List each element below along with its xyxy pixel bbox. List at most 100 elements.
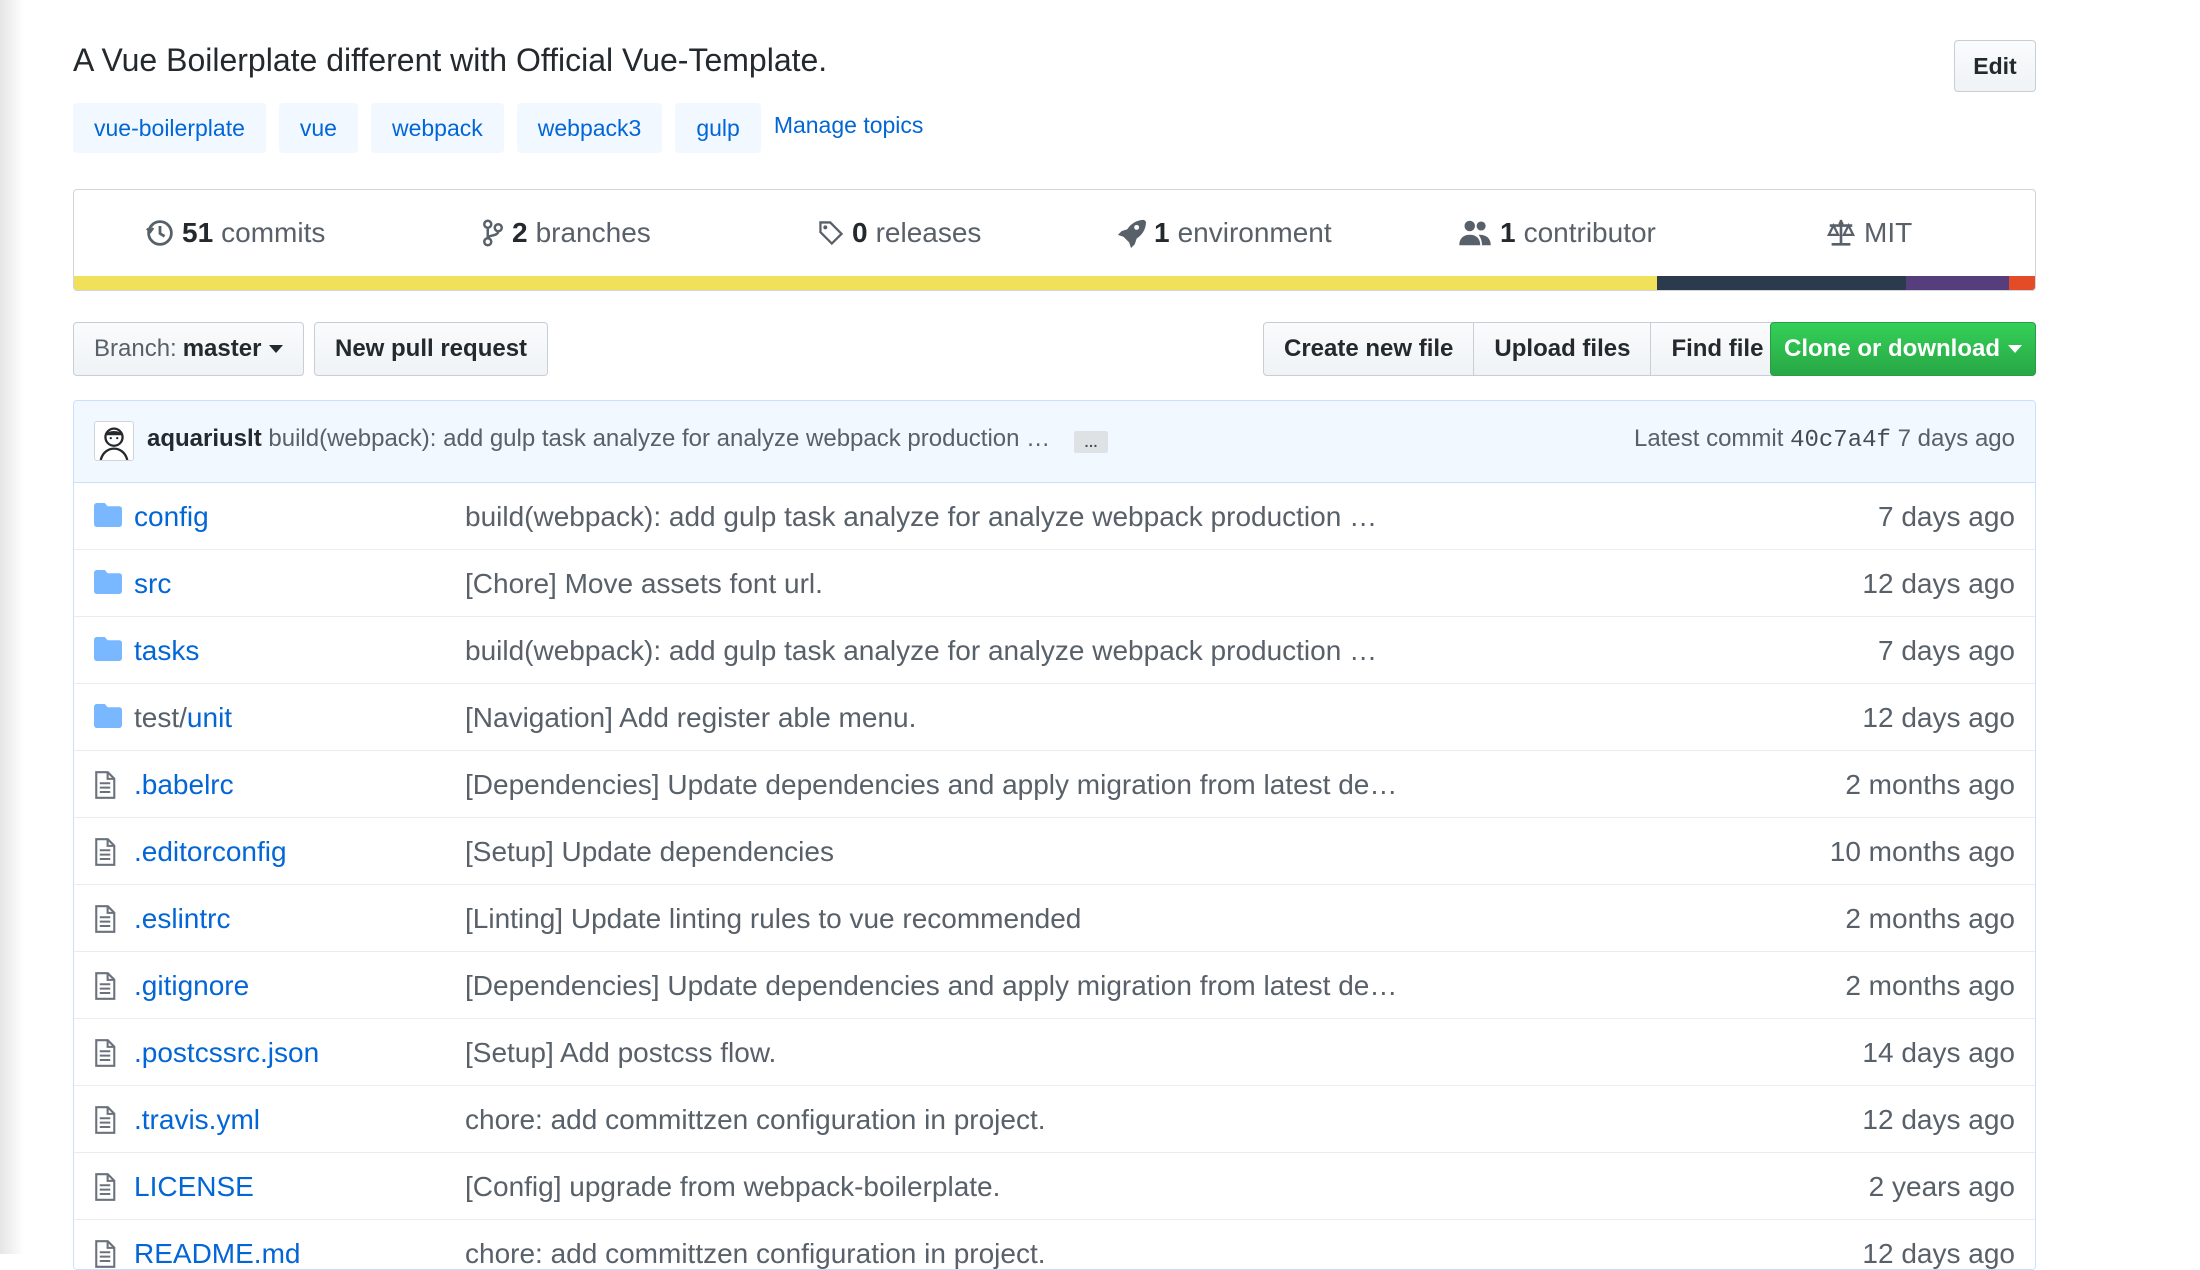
commit-message-link[interactable]: [Dependencies] Update dependencies and a… <box>465 970 1397 1002</box>
repository-summary: 51 commits 2 branches 0 releases 1 envir… <box>73 189 2036 291</box>
file-icon <box>94 1039 116 1072</box>
table-row: .eslintrc [Linting] Update linting rules … <box>74 885 2035 952</box>
branch-select-button[interactable]: Branch: master <box>73 322 305 376</box>
table-row: LICENSE [Config] upgrade from webpack-boi… <box>74 1153 2035 1220</box>
releases-link[interactable]: 0 releases <box>818 216 981 250</box>
file-name-link[interactable]: tasks <box>134 635 199 666</box>
file-name-cell: tasks <box>134 635 199 667</box>
branch-name: master <box>182 335 262 362</box>
latest-commit-info: Latest commit 40c7a4f 7 days ago <box>1634 425 2015 454</box>
releases-label: releases <box>875 217 982 248</box>
commit-age: 14 days ago <box>1862 1037 2015 1068</box>
language-segment <box>1905 276 2010 290</box>
file-name-link[interactable]: src <box>134 568 171 599</box>
commit-message-link[interactable]: build(webpack): add gulp task analyze fo… <box>268 425 1050 452</box>
law-icon <box>1826 219 1856 246</box>
commit-message-link[interactable]: [Navigation] Add register able menu. <box>465 702 916 734</box>
file-name-cell: LICENSE <box>134 1171 254 1203</box>
file-navigation: Branch: master New pull request Create n… <box>73 322 2036 378</box>
file-name-cell: .eslintrc <box>134 903 230 935</box>
table-row: config build(webpack): add gulp task anal… <box>74 483 2035 550</box>
manage-topics-link[interactable]: Manage topics <box>774 112 924 139</box>
commit-message-link[interactable]: [Config] upgrade from webpack-boilerplat… <box>465 1171 1000 1203</box>
create-new-file-button[interactable]: Create new file <box>1263 322 1475 376</box>
folder-icon <box>94 503 122 532</box>
chevron-down-icon <box>269 345 284 353</box>
commit-message-link[interactable]: chore: add committzen configuration in p… <box>465 1104 1046 1136</box>
commit-age: 2 years ago <box>1868 1171 2015 1202</box>
commit-age: 12 days ago <box>1862 568 2015 599</box>
file-name-link[interactable]: .gitignore <box>134 970 249 1001</box>
file-name-cell: test/unit <box>134 702 232 734</box>
language-bar[interactable] <box>74 276 2035 290</box>
folder-icon <box>94 637 122 666</box>
chevron-down-icon <box>2008 345 2022 353</box>
environments-label: environment <box>1177 217 1332 248</box>
file-actions-group: Create new file Upload files Find file <box>1263 322 1785 376</box>
expand-commit-message-button[interactable]: … <box>1074 431 1108 453</box>
table-row: .editorconfig [Setup] Update dependencies… <box>74 818 2035 885</box>
new-pull-request-button[interactable]: New pull request <box>314 322 549 376</box>
branch-prefix: Branch: <box>94 335 177 362</box>
file-name-link[interactable]: unit <box>187 702 232 733</box>
commit-age: 12 days ago <box>1862 1238 2015 1269</box>
commits-label: commits <box>221 217 326 248</box>
clone-or-download-button[interactable]: Clone or download <box>1770 322 2036 376</box>
file-name-link[interactable]: config <box>134 501 209 532</box>
commit-age: 12 days ago <box>1862 702 2015 733</box>
commit-message-link[interactable]: [Dependencies] Update dependencies and a… <box>465 769 1397 801</box>
folder-icon <box>94 570 122 599</box>
commit-message-link[interactable]: chore: add committzen configuration in p… <box>465 1238 1046 1269</box>
table-row: .gitignore [Dependencies] Update dependen… <box>74 952 2035 1019</box>
topics-list: vue-boilerplate vue webpack webpack3 gul… <box>73 102 923 154</box>
contributors-label: contributor <box>1523 217 1656 248</box>
left-edge-shadow <box>0 0 24 1254</box>
upload-files-button[interactable]: Upload files <box>1473 322 1652 376</box>
file-rows: config build(webpack): add gulp task anal… <box>74 483 2035 1269</box>
commit-sha-link[interactable]: 40c7a4f <box>1790 427 1891 454</box>
commit-age: 12 days ago <box>1862 1104 2015 1135</box>
edit-description-button[interactable]: Edit <box>1954 40 2036 92</box>
commit-message-link[interactable]: [Setup] Update dependencies <box>465 836 834 868</box>
file-name-link[interactable]: .postcssrc.json <box>134 1037 319 1068</box>
commit-message-link[interactable]: build(webpack): add gulp task analyze fo… <box>465 501 1377 533</box>
contributors-count: 1 <box>1500 217 1516 248</box>
latest-commit-prefix: Latest commit <box>1634 425 1784 452</box>
latest-commit-bar: aquariuslt build(webpack): add gulp task… <box>74 401 2035 483</box>
file-name-link[interactable]: .travis.yml <box>134 1104 260 1135</box>
avatar[interactable] <box>94 421 134 461</box>
latest-commit-age: 7 days ago <box>1897 425 2015 452</box>
commit-message-link[interactable]: [Chore] Move assets font url. <box>465 568 823 600</box>
table-row: .postcssrc.json [Setup] Add postcss flow.… <box>74 1019 2035 1086</box>
file-name-cell: .travis.yml <box>134 1104 260 1136</box>
latest-commit-text: aquariuslt build(webpack): add gulp task… <box>147 425 1050 453</box>
file-name-link[interactable]: .babelrc <box>134 769 234 800</box>
topic-tag[interactable]: vue <box>278 103 358 153</box>
file-name-link[interactable]: LICENSE <box>134 1171 254 1202</box>
file-name-cell: config <box>134 501 209 533</box>
file-name-link[interactable]: .eslintrc <box>134 903 230 934</box>
file-name-link[interactable]: .editorconfig <box>134 836 287 867</box>
find-file-button[interactable]: Find file <box>1650 322 1785 376</box>
folder-icon <box>94 704 122 733</box>
commits-link[interactable]: 51 commits <box>146 216 325 250</box>
commit-message-link[interactable]: build(webpack): add gulp task analyze fo… <box>465 635 1377 667</box>
license-label: MIT <box>1864 217 1913 248</box>
table-row: test/unit [Navigation] Add register able … <box>74 684 2035 751</box>
releases-count: 0 <box>852 217 868 248</box>
license-link[interactable]: MIT <box>1826 216 1912 250</box>
topic-tag[interactable]: gulp <box>675 103 761 153</box>
environments-link[interactable]: 1 environment <box>1116 216 1332 250</box>
topic-tag[interactable]: vue-boilerplate <box>73 103 266 153</box>
contributors-link[interactable]: 1 contributor <box>1458 216 1656 250</box>
commit-age: 10 months ago <box>1829 836 2015 867</box>
commit-message-link[interactable]: [Linting] Update linting rules to vue re… <box>465 903 1081 935</box>
topic-tag[interactable]: webpack <box>370 103 504 153</box>
repository-description: A Vue Boilerplate different with Officia… <box>73 42 828 78</box>
topic-tag[interactable]: webpack3 <box>516 103 663 153</box>
tag-icon <box>819 221 844 246</box>
commit-author-link[interactable]: aquariuslt <box>147 425 262 452</box>
commit-message-link[interactable]: [Setup] Add postcss flow. <box>465 1037 776 1069</box>
branches-link[interactable]: 2 branches <box>482 216 651 250</box>
repository-description-row: A Vue Boilerplate different with Officia… <box>73 40 2036 100</box>
